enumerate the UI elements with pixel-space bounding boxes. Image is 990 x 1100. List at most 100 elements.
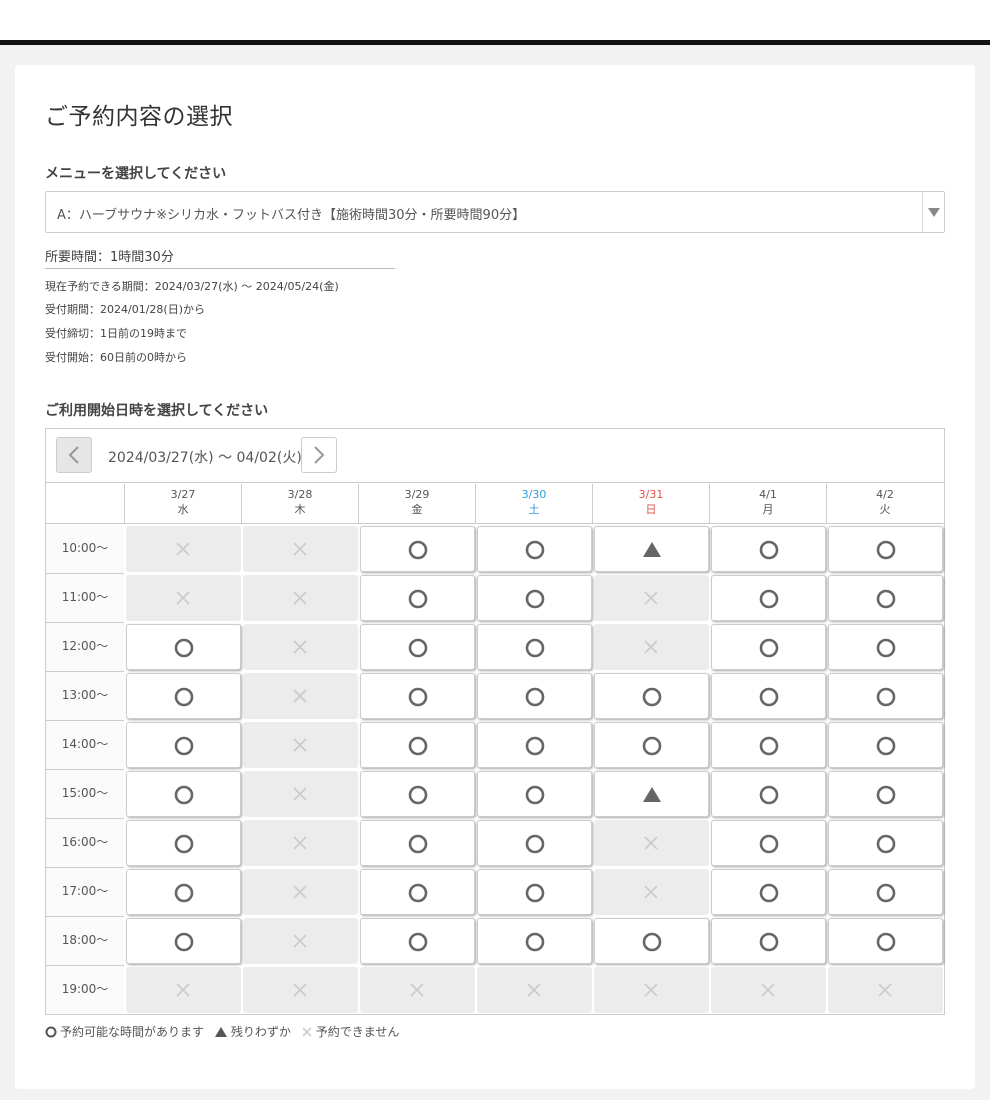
slot-available[interactable] [711,575,826,621]
slot-available[interactable] [477,575,592,621]
slot-available[interactable] [828,918,943,964]
slot-available[interactable] [360,820,475,866]
triangle-icon [643,542,661,557]
cross-icon [293,689,307,703]
circle-icon [408,540,428,560]
cross-icon [176,983,190,997]
slot-available[interactable] [594,673,709,719]
day-header: 3/27 水 [124,484,241,524]
day-weekday: 木 [294,503,306,516]
slot-available[interactable] [711,624,826,670]
circle-icon [408,785,428,805]
circle-icon [759,589,779,609]
cross-icon [761,983,775,997]
slot-available[interactable] [711,918,826,964]
slot-available[interactable] [828,869,943,915]
cross-icon [293,885,307,899]
chevron-right-icon [314,446,325,464]
circle-icon [876,687,896,707]
dropdown-toggle[interactable] [922,192,944,232]
slot-available[interactable] [477,771,592,817]
circle-icon [525,834,545,854]
slot-unavailable [243,624,358,670]
slot-available[interactable] [711,869,826,915]
slot-unavailable [243,673,358,719]
slot-available[interactable] [126,820,241,866]
slot-available[interactable] [828,526,943,572]
cross-icon [644,885,658,899]
slot-available[interactable] [126,918,241,964]
slot-unavailable [243,526,358,572]
circle-icon [408,589,428,609]
slot-available[interactable] [360,869,475,915]
slot-available[interactable] [126,771,241,817]
slot-available[interactable] [477,869,592,915]
slot-available[interactable] [828,771,943,817]
circle-icon [525,540,545,560]
cross-icon [302,1026,312,1037]
prev-week-button[interactable] [56,437,92,473]
time-label: 15:00〜 [46,770,124,819]
slot-available[interactable] [594,722,709,768]
slot-available[interactable] [360,771,475,817]
cross-icon [176,542,190,556]
slot-unavailable [243,869,358,915]
slot-available[interactable] [711,722,826,768]
slot-available[interactable] [360,575,475,621]
slot-available[interactable] [828,575,943,621]
slot-available[interactable] [360,673,475,719]
next-week-button[interactable] [301,437,337,473]
slot-available[interactable] [360,918,475,964]
slot-available[interactable] [828,624,943,670]
top-header [0,0,990,40]
slot-available[interactable] [126,673,241,719]
slot-available[interactable] [828,673,943,719]
slot-available[interactable] [711,820,826,866]
circle-icon [876,834,896,854]
slot-available[interactable] [828,820,943,866]
slot-available[interactable] [477,722,592,768]
circle-icon [174,736,194,756]
slot-unavailable [126,967,241,1013]
day-weekday: 金 [411,503,423,516]
cross-icon [644,836,658,850]
cross-icon [410,983,424,997]
slot-unavailable [594,967,709,1013]
slot-available[interactable] [360,526,475,572]
cross-icon [293,591,307,605]
circle-icon [174,834,194,854]
circle-icon [759,736,779,756]
slot-available[interactable] [360,624,475,670]
slot-few-left[interactable] [594,526,709,572]
slot-few-left[interactable] [594,771,709,817]
circle-icon [174,883,194,903]
slot-available[interactable] [126,869,241,915]
slot-available[interactable] [711,673,826,719]
time-label: 11:00〜 [46,574,124,623]
menu-select[interactable]: A：ハーブサウナ※シリカ水・フットバス付き【施術時間30分・所要時間90分】 [45,191,945,233]
slot-available[interactable] [477,624,592,670]
slot-available[interactable] [126,722,241,768]
day-header: 3/30 土 [475,484,592,524]
time-label: 17:00〜 [46,868,124,917]
slot-unavailable [243,967,358,1013]
slot-available[interactable] [477,820,592,866]
slot-available[interactable] [477,526,592,572]
availability-calendar: 2024/03/27(水) 〜 04/02(火) 3/27 水 3/28 木 3/29 金… [45,428,945,1015]
triangle-icon [214,1026,227,1037]
slot-available[interactable] [477,918,592,964]
circle-icon [525,932,545,952]
circle-icon [525,883,545,903]
reservation-card: ご予約内容の選択 メニューを選択してください A：ハーブサウナ※シリカ水・フット… [15,65,975,1089]
circle-icon [759,834,779,854]
circle-icon [876,736,896,756]
slot-available[interactable] [126,624,241,670]
slot-available[interactable] [711,526,826,572]
day-date: 4/1 [759,488,777,501]
slot-available[interactable] [711,771,826,817]
slot-available[interactable] [360,722,475,768]
slot-available[interactable] [477,673,592,719]
slot-available[interactable] [828,722,943,768]
slot-available[interactable] [594,918,709,964]
circle-icon [642,932,662,952]
